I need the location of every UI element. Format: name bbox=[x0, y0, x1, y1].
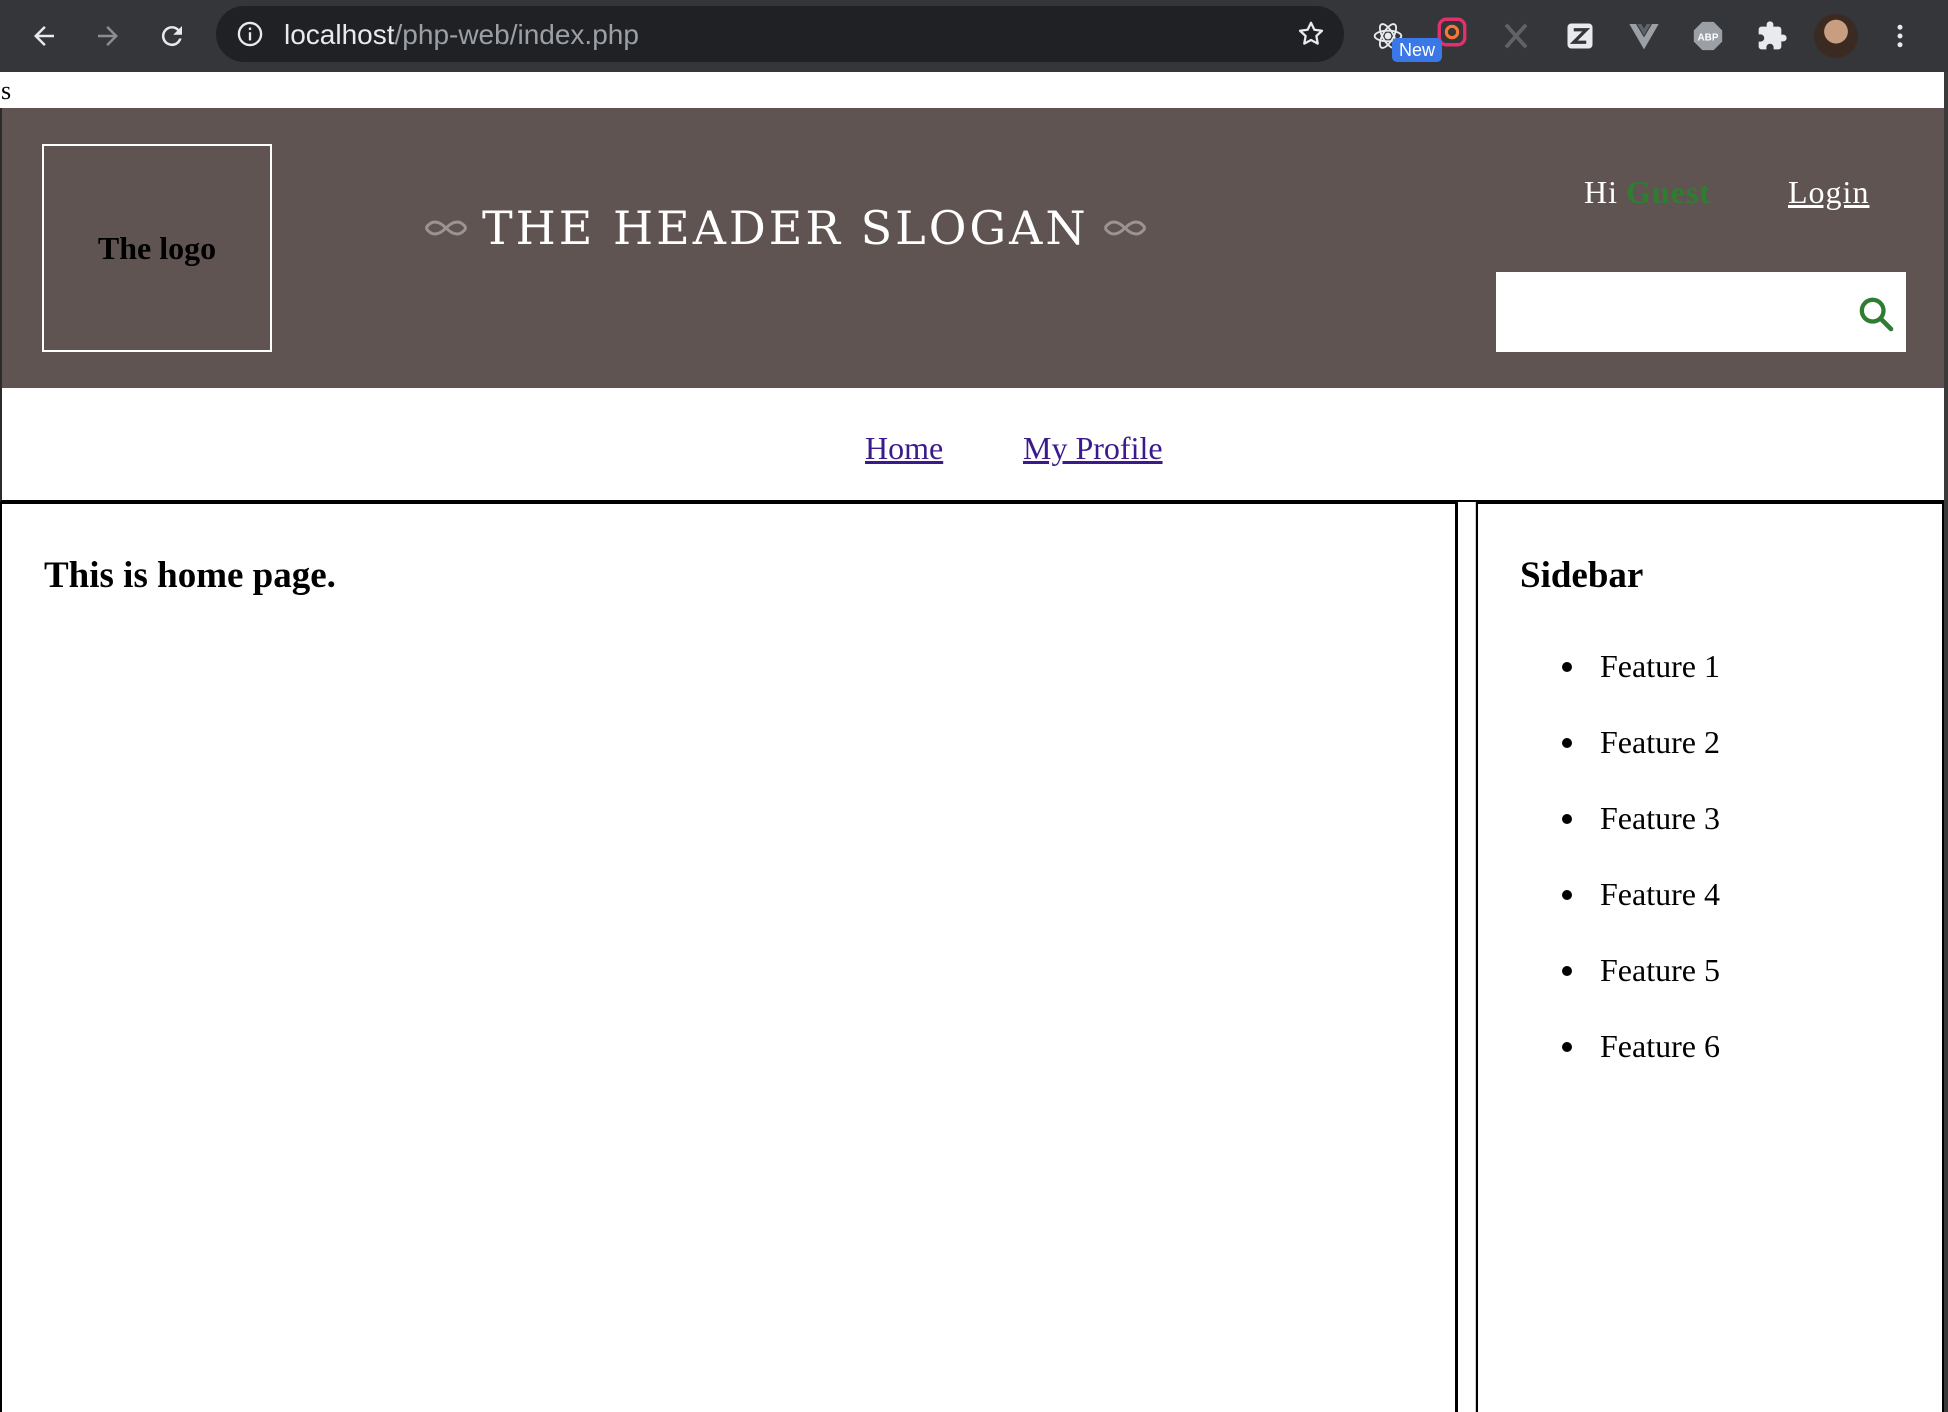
list-item: Feature 6 bbox=[1562, 1028, 1720, 1104]
bullet-icon bbox=[1562, 662, 1572, 672]
slogan-text: THE HEADER SLOGAN bbox=[482, 201, 1089, 255]
main-content: This is home page. bbox=[0, 502, 1458, 1412]
search-box[interactable] bbox=[1496, 272, 1906, 352]
adblock-icon[interactable]: ABP bbox=[1686, 14, 1730, 58]
sidebar-title: Sidebar bbox=[1520, 555, 1644, 596]
bullet-icon bbox=[1562, 966, 1572, 976]
reload-icon[interactable] bbox=[150, 14, 194, 58]
list-item: Feature 1 bbox=[1562, 648, 1720, 724]
kebab-menu-icon[interactable] bbox=[1878, 14, 1922, 58]
new-badge: New bbox=[1392, 38, 1442, 62]
feature-label: Feature 4 bbox=[1600, 876, 1720, 912]
login-link[interactable]: Login bbox=[1788, 174, 1869, 211]
page-heading: This is home page. bbox=[44, 555, 336, 596]
ornament-left-icon bbox=[424, 220, 468, 236]
bullet-icon bbox=[1562, 814, 1572, 824]
main-nav: Home My Profile bbox=[0, 388, 1944, 502]
url-path: /php-web/index.php bbox=[394, 19, 639, 50]
header-slogan: THE HEADER SLOGAN bbox=[424, 198, 1147, 258]
ornament-right-icon bbox=[1103, 220, 1146, 236]
bookmark-star-icon[interactable] bbox=[1296, 19, 1326, 54]
nav-link-home[interactable]: Home bbox=[865, 430, 943, 467]
feature-label: Feature 2 bbox=[1600, 724, 1720, 760]
logo[interactable]: The logo bbox=[42, 144, 272, 352]
feature-label: Feature 3 bbox=[1600, 800, 1720, 836]
address-bar[interactable]: localhost/php-web/index.php bbox=[216, 6, 1344, 62]
puzzle-icon[interactable] bbox=[1750, 14, 1794, 58]
feature-list: Feature 1 Feature 2 Feature 3 Feature 4 … bbox=[1562, 648, 1720, 1104]
list-item: Feature 4 bbox=[1562, 876, 1720, 952]
column-gutter bbox=[1458, 502, 1478, 1412]
z-icon[interactable] bbox=[1558, 14, 1602, 58]
forward-arrow-icon[interactable] bbox=[86, 14, 130, 58]
site-info-icon[interactable] bbox=[236, 20, 264, 53]
window-edge bbox=[1944, 72, 1948, 1412]
user-name: Guest bbox=[1626, 174, 1711, 210]
feature-label: Feature 1 bbox=[1600, 648, 1720, 684]
stray-text: s bbox=[1, 76, 12, 105]
vue-icon[interactable] bbox=[1622, 14, 1666, 58]
user-greeting: Hi Guest bbox=[1584, 174, 1711, 211]
svg-text:ABP: ABP bbox=[1698, 32, 1719, 43]
feature-label: Feature 6 bbox=[1600, 1028, 1720, 1064]
site-header: The logo THE HEADER SLOGAN Hi Guest Login bbox=[0, 108, 1944, 388]
feature-label: Feature 5 bbox=[1600, 952, 1720, 988]
avatar[interactable] bbox=[1814, 14, 1858, 58]
list-item: Feature 3 bbox=[1562, 800, 1720, 876]
list-item: Feature 2 bbox=[1562, 724, 1720, 800]
x-icon[interactable] bbox=[1494, 14, 1538, 58]
back-arrow-icon[interactable] bbox=[22, 14, 66, 58]
logo-text: The logo bbox=[97, 229, 217, 266]
list-item: Feature 5 bbox=[1562, 952, 1720, 1028]
url-text: localhost/php-web/index.php bbox=[284, 19, 639, 51]
bullet-icon bbox=[1562, 890, 1572, 900]
greeting-text: Hi bbox=[1584, 174, 1618, 210]
bullet-icon bbox=[1562, 738, 1572, 748]
browser-toolbar: localhost/php-web/index.php New ABP bbox=[0, 0, 1948, 72]
gutter-divider bbox=[1475, 502, 1476, 1412]
url-host: localhost bbox=[284, 19, 395, 50]
search-icon[interactable] bbox=[1856, 294, 1896, 339]
sidebar: Sidebar Feature 1 Feature 2 Feature 3 Fe… bbox=[1478, 502, 1944, 1412]
nav-link-my-profile[interactable]: My Profile bbox=[1023, 430, 1163, 467]
bullet-icon bbox=[1562, 1042, 1572, 1052]
